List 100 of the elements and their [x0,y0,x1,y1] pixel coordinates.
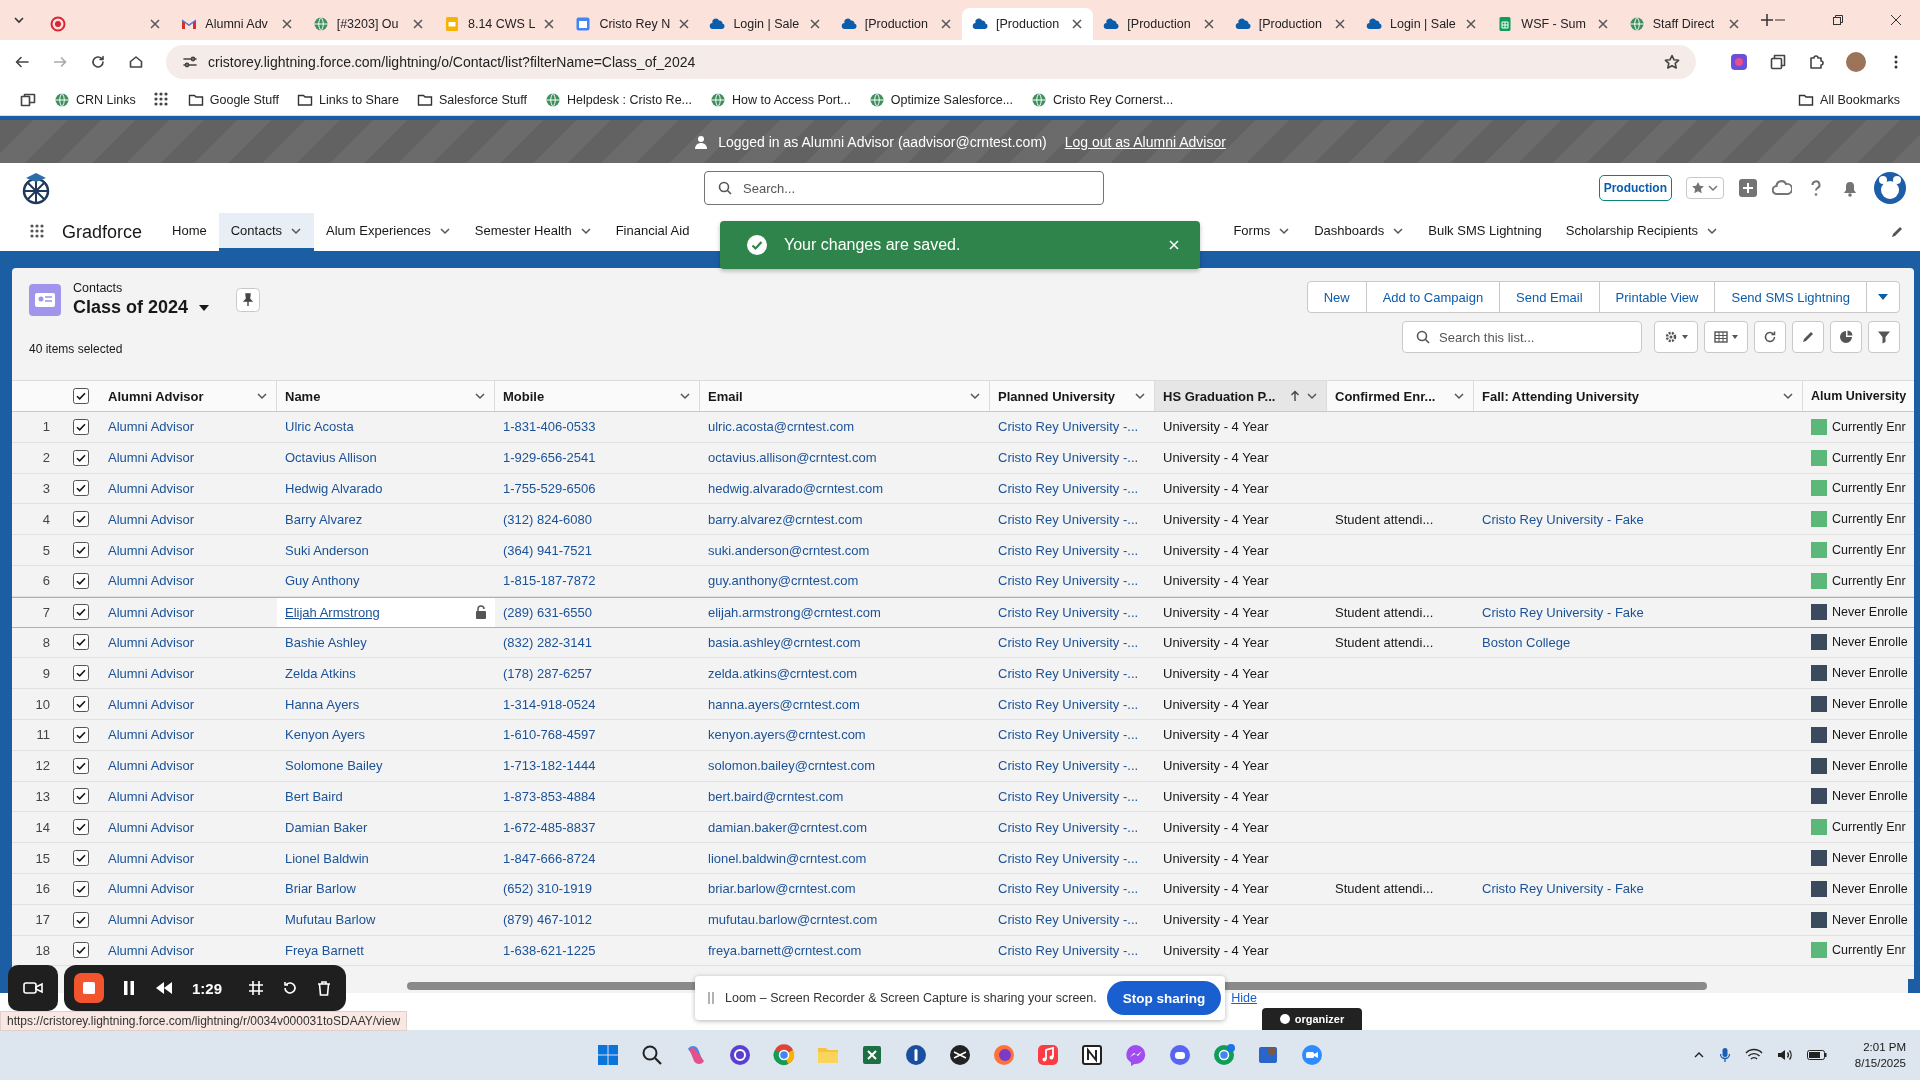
nav-tab[interactable]: Home [160,213,219,251]
row-checkbox[interactable] [73,665,89,682]
tab-close-icon[interactable] [678,18,691,30]
apps-icon[interactable] [153,91,170,108]
browser-tab[interactable]: Login | Sale [699,8,831,40]
restore-icon[interactable] [1832,14,1844,26]
grid-icon[interactable] [248,980,265,996]
pause-icon[interactable] [122,980,136,996]
tab-close-icon[interactable] [1728,18,1740,30]
user-avatar[interactable] [1874,172,1906,204]
name-link[interactable]: Barry Alvarez [285,511,363,527]
nav-tab[interactable]: Alum Experiences [314,213,463,251]
profile-avatar[interactable] [1846,52,1866,72]
action-button[interactable]: Printable View [1598,281,1716,313]
reload-icon[interactable] [90,54,106,70]
row-checkbox[interactable] [73,911,89,928]
filter-button[interactable] [1868,321,1900,353]
bookmark[interactable]: Helpdesk : Cristo Re... [544,91,692,108]
undo-icon[interactable] [282,980,299,996]
row-checkbox[interactable] [73,942,89,959]
row-checkbox[interactable] [73,788,89,805]
browser-tab[interactable]: [#3203] Ou [302,8,434,40]
column-header[interactable]: HS Graduation P... [1155,381,1327,411]
browser-tab[interactable]: [Production [1224,8,1356,40]
chat-app-icon[interactable] [728,1043,752,1067]
stop-sharing-button[interactable]: Stop sharing [1106,981,1222,1015]
row-checkbox[interactable] [73,880,89,897]
nav-tab[interactable]: Dashboards [1302,213,1417,251]
university-link[interactable]: Boston College [1482,634,1571,650]
bookmark[interactable]: Cristo Rey Cornerst... [1031,91,1174,108]
camera-button[interactable] [8,965,58,1011]
bookmark[interactable]: How to Access Port... [710,91,851,108]
name-link[interactable]: Mufutau Barlow [285,912,376,928]
refresh-button[interactable] [1754,321,1786,353]
university-link[interactable]: Cristo Rey University - Fake [1482,881,1644,897]
nav-tab[interactable]: Contacts [218,213,315,251]
new-tab-icon[interactable] [1760,13,1774,27]
name-link[interactable]: Ulric Acosta [285,419,354,435]
tab-close-icon[interactable] [1334,18,1346,30]
row-checkbox[interactable] [73,418,89,435]
name-link[interactable]: Freya Barnett [285,942,364,958]
browser-tab[interactable]: Cristo Rey N [565,8,700,40]
browser-icon[interactable] [772,1043,796,1067]
notes-icon[interactable] [1080,1043,1104,1067]
puzzle-icon[interactable] [1808,54,1824,70]
name-link[interactable]: Bashie Ashley [285,634,367,650]
settings-button[interactable] [1654,321,1698,353]
nav-tab[interactable]: Bulk SMS Lightning [1416,213,1554,251]
stop-button[interactable] [74,973,104,1003]
logout-link[interactable]: Log out as Alumni Advisor [1064,133,1226,150]
bookmark[interactable]: Google Stuff [187,91,279,108]
action-button[interactable]: Send Email [1499,281,1600,313]
search-icon[interactable] [640,1043,664,1067]
bookmark[interactable]: All Bookmarks [1798,91,1900,108]
nav-tab[interactable]: Financial Aid [603,213,702,251]
display-as-table-button[interactable] [1704,321,1748,353]
edit-button[interactable] [1792,321,1824,353]
name-link[interactable]: Octavius Allison [285,450,377,466]
game-chat-icon[interactable] [1168,1043,1192,1067]
row-checkbox[interactable] [73,819,89,836]
tab-close-icon[interactable] [1202,18,1215,30]
name-link[interactable]: Damian Baker [285,819,368,835]
favorites-button[interactable] [1686,177,1724,199]
row-checkbox[interactable] [73,480,89,497]
cloud-icon[interactable] [1772,178,1792,198]
name-link[interactable]: Zelda Atkins [285,665,356,681]
nav-tab[interactable]: Forms [1221,213,1303,251]
rewind-icon[interactable] [154,981,174,995]
tab-close-icon[interactable] [1596,18,1609,30]
name-link[interactable]: Suki Anderson [285,542,369,558]
column-header[interactable]: Confirmed Enr... [1327,381,1474,411]
tab-close-icon[interactable] [1071,18,1084,30]
window-icon[interactable] [1770,54,1786,70]
bookmark[interactable]: Salesforce Stuff [416,91,527,108]
university-link[interactable]: Cristo Rey University - Fake [1482,604,1644,620]
messenger-icon[interactable] [1124,1043,1148,1067]
video-call-icon[interactable] [1300,1043,1324,1067]
tab-close-icon[interactable] [808,18,821,30]
nav-tab[interactable]: Scholarship Recipients [1553,213,1730,251]
row-checkbox[interactable] [73,511,89,528]
speaker-icon[interactable] [1776,1048,1793,1062]
row-checkbox[interactable] [73,726,89,743]
clock[interactable]: 2:01 PM 8/15/2025 [1854,1039,1906,1071]
action-button[interactable]: Add to Campaign [1365,281,1501,313]
close-icon[interactable] [1890,14,1902,26]
browser-tab[interactable]: Alumni Adv [171,8,303,40]
action-button[interactable]: New [1306,281,1367,313]
tab-close-icon[interactable] [412,18,424,30]
row-checkbox[interactable] [73,757,89,774]
address-bar[interactable]: cristorey.lightning.force.com/lightning/o/Contact/list?filterName=Class_of_2024 [166,45,1696,79]
start-icon[interactable] [596,1043,620,1067]
browser-tab[interactable]: [Production [1093,8,1225,40]
name-link[interactable]: Briar Barlow [285,881,356,897]
microphone-icon[interactable] [1718,1047,1731,1063]
nav-tab[interactable]: Semester Health [462,213,604,251]
tab-close-icon[interactable] [280,18,293,30]
music-icon[interactable] [1036,1043,1060,1067]
column-header[interactable]: Alum University [1803,381,1914,411]
tab-groups-icon[interactable] [20,91,36,108]
tab-close-icon[interactable] [149,18,162,30]
